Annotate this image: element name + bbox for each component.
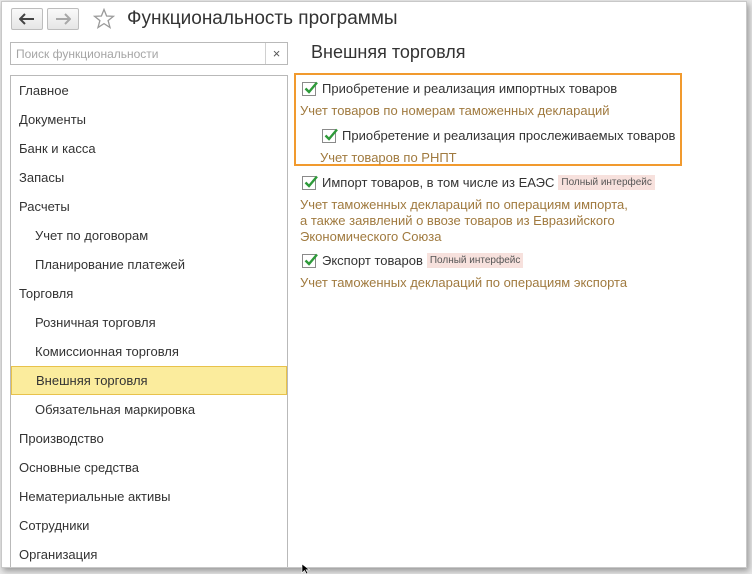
- close-icon: ×: [272, 46, 281, 61]
- description-line: Экономического Союза: [300, 229, 442, 244]
- back-button[interactable]: [11, 8, 43, 30]
- export-goods-checkbox[interactable]: [302, 253, 318, 268]
- search-clear-button[interactable]: ×: [265, 43, 287, 64]
- export-goods-label: Экспорт товаров: [322, 253, 423, 268]
- import-goods-option[interactable]: Приобретение и реализация импортных това…: [302, 81, 617, 96]
- sidebar-item[interactable]: Внешняя торговля: [11, 366, 287, 395]
- sidebar-item[interactable]: Учет по договорам: [11, 221, 287, 250]
- import-goods-description: Учет товаров по номерам таможенных декла…: [300, 103, 610, 118]
- import-goods-label: Приобретение и реализация импортных това…: [322, 81, 618, 96]
- window-title: Функциональность программы: [127, 8, 398, 29]
- traceable-goods-checkbox[interactable]: [322, 128, 338, 143]
- sidebar-item[interactable]: Запасы: [11, 163, 287, 192]
- sidebar-item[interactable]: Розничная торговля: [11, 308, 287, 337]
- sidebar-item[interactable]: Документы: [11, 105, 287, 134]
- sidebar-item[interactable]: Банк и касса: [11, 134, 287, 163]
- sidebar-item[interactable]: Расчеты: [11, 192, 287, 221]
- sidebar-item[interactable]: Производство: [11, 424, 287, 453]
- sidebar: Главное Документы Банк и касса Запасы Расчет…: [10, 75, 288, 567]
- sidebar-item[interactable]: Планирование платежей: [11, 250, 287, 279]
- sidebar-item[interactable]: Обязательная маркировка: [11, 395, 287, 424]
- eaeu-import-checkbox[interactable]: [302, 175, 318, 190]
- arrow-left-icon: [19, 13, 34, 25]
- forward-button[interactable]: [47, 8, 79, 30]
- checkmark-icon: [304, 253, 318, 266]
- sidebar-item[interactable]: Нематериальные активы: [11, 482, 287, 511]
- description-line: а также заявлений о ввозе товаров из Евр…: [300, 213, 615, 228]
- section-title: Внешняя торговля: [311, 42, 466, 62]
- eaeu-import-label: Импорт товаров, в том числе из ЕАЭС: [322, 175, 555, 190]
- sidebar-item[interactable]: Комиссионная торговля: [11, 337, 287, 366]
- description-line: Учет таможенных деклараций по операциям …: [300, 197, 628, 212]
- checkmark-icon: [304, 175, 318, 188]
- functionality-window: Функциональность программы × ГлавноеДоку…: [1, 1, 747, 568]
- checkmark-icon: [304, 81, 318, 94]
- sidebar-item[interactable]: Сотрудники: [11, 511, 287, 540]
- export-goods-description: Учет таможенных деклараций по операциям …: [300, 275, 628, 290]
- import-goods-checkbox[interactable]: [302, 81, 318, 96]
- sidebar-item[interactable]: Главное: [11, 76, 287, 105]
- sidebar-item[interactable]: Организация: [11, 540, 287, 567]
- traceable-goods-option[interactable]: Приобретение и реализация прослеживаемых…: [322, 128, 675, 143]
- eaeu-import-option[interactable]: Импорт товаров, в том числе из ЕАЭС Полн…: [302, 175, 655, 190]
- traceable-goods-label: Приобретение и реализация прослеживаемых…: [342, 128, 676, 143]
- checkmark-icon: [324, 128, 338, 141]
- favorite-star-icon[interactable]: [93, 8, 115, 30]
- traceable-goods-description: Учет товаров по РНПТ: [320, 150, 457, 165]
- eaeu-import-description: Учет таможенных деклараций по операциям …: [300, 197, 628, 245]
- export-goods-option[interactable]: Экспорт товаров Полный интерфейс: [302, 253, 524, 268]
- full-interface-badge: Полный интерфейс: [558, 175, 655, 190]
- title-bar: Функциональность программы: [2, 2, 746, 36]
- sidebar-item[interactable]: Торговля: [11, 279, 287, 308]
- search-input[interactable]: [11, 43, 267, 64]
- sidebar-item[interactable]: Основные средства: [11, 453, 287, 482]
- full-interface-badge: Полный интерфейс: [426, 253, 524, 268]
- search-box[interactable]: ×: [10, 42, 288, 65]
- arrow-right-icon: [56, 13, 71, 25]
